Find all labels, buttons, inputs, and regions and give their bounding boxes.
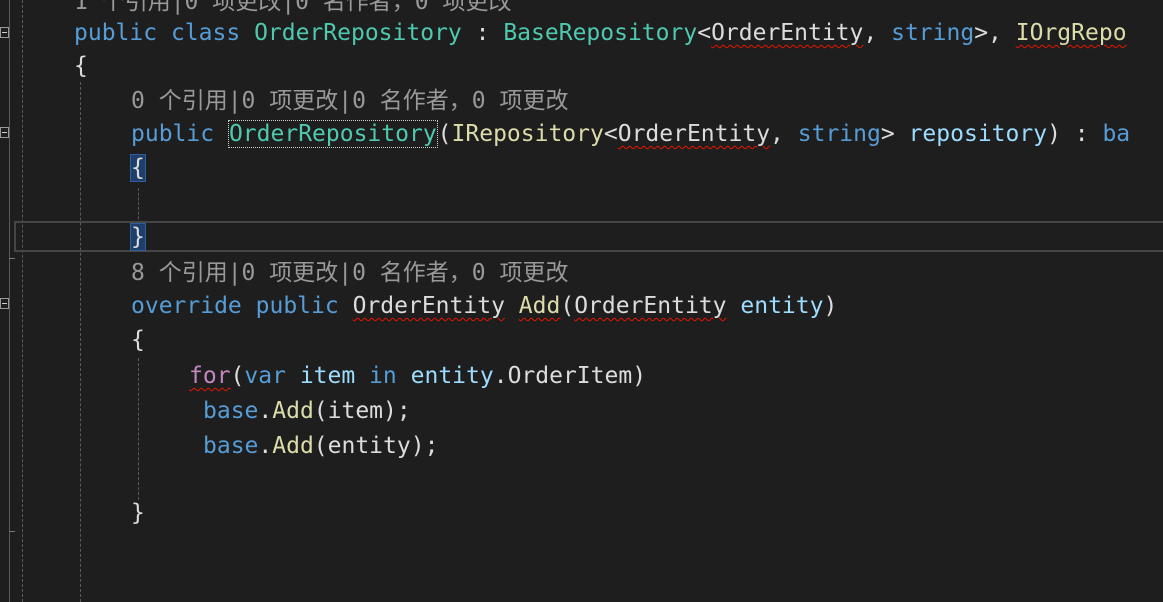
class-declaration-line: public class OrderRepository : BaseRepos… xyxy=(74,17,1127,49)
keyword-public: public xyxy=(131,121,215,147)
dot: . xyxy=(258,433,273,459)
outline-end-tick xyxy=(9,258,15,259)
keyword-for[interactable]: for xyxy=(189,363,231,389)
call-args: (item); xyxy=(313,398,411,424)
call-args: (entity); xyxy=(313,433,439,459)
keyword-var: var xyxy=(244,363,286,389)
type-arg-entity[interactable]: OrderEntity xyxy=(618,121,770,147)
brace-match-open: { xyxy=(130,154,146,182)
collapse-class-icon[interactable] xyxy=(0,27,9,38)
member-orderitem: .OrderItem) xyxy=(493,363,647,389)
colon: : xyxy=(461,20,504,46)
indent-guide xyxy=(22,0,23,602)
keyword-public: public xyxy=(74,20,158,46)
base-class[interactable]: BaseRepository xyxy=(503,20,697,46)
collapse-add-icon[interactable] xyxy=(0,298,9,309)
ctor-close-brace: } xyxy=(130,221,146,253)
paren-close: ) xyxy=(823,293,838,319)
ctor-open-brace: { xyxy=(130,152,146,184)
for-line: for(var item in entity.OrderItem) xyxy=(189,360,646,392)
angle-close: > xyxy=(880,121,895,147)
brace-match-close: } xyxy=(130,223,146,251)
ctor-name[interactable]: OrderRepository xyxy=(227,120,438,148)
angle-close: >, xyxy=(974,20,1002,46)
codelens-add[interactable]: 8 个引用|0 项更改|0 名作者，0 项更改 xyxy=(131,257,568,289)
paren-open: ( xyxy=(230,363,245,389)
keyword-base: base xyxy=(203,398,259,424)
indent-guide xyxy=(80,82,81,602)
base-add-entity-line: base.Add(entity); xyxy=(203,430,438,462)
codelens-ctor[interactable]: 0 个引用|0 项更改|0 名作者，0 项更改 xyxy=(131,85,568,117)
dot: . xyxy=(258,398,273,424)
param-type[interactable]: OrderEntity xyxy=(574,293,726,319)
add-open-brace: { xyxy=(131,327,145,353)
add-close-brace: } xyxy=(131,500,145,526)
current-line-highlight xyxy=(14,221,1163,252)
paren-open: ( xyxy=(437,121,452,147)
keyword-string: string xyxy=(797,121,881,147)
keyword-base: base xyxy=(203,433,259,459)
add-method-line: override public OrderEntity Add(OrderEnt… xyxy=(131,290,837,322)
param-repository[interactable]: repository xyxy=(909,121,1047,147)
comma: , xyxy=(863,20,878,46)
code-editor[interactable]: 1 个引用|0 项更改|0 名作者，0 项更改 public class Ord… xyxy=(0,0,1163,602)
angle-open: < xyxy=(697,20,712,46)
ctor-declaration-line: public OrderRepository(IRepository<Order… xyxy=(131,118,1130,150)
angle-open: < xyxy=(603,121,618,147)
indent-guide xyxy=(138,188,139,224)
codelens-class[interactable]: 1 个引用|0 项更改|0 名作者，0 项更改 xyxy=(74,0,511,18)
outline-margin xyxy=(9,0,10,602)
collapse-ctor-icon[interactable] xyxy=(0,127,9,138)
ctor-rest: ) : xyxy=(1047,121,1103,147)
keyword-in: in xyxy=(369,363,397,389)
return-type[interactable]: OrderEntity xyxy=(353,293,505,319)
indent-guide xyxy=(138,358,139,500)
interface-name[interactable]: IOrgRepo xyxy=(1016,20,1127,46)
base-add-item-line: base.Add(item); xyxy=(203,395,411,427)
keyword-override: override xyxy=(131,293,242,319)
keyword-public: public xyxy=(255,293,339,319)
keyword-class: class xyxy=(170,20,241,46)
class-open-brace: { xyxy=(74,53,88,79)
irepository-type[interactable]: IRepository xyxy=(452,121,604,147)
method-add-call[interactable]: Add xyxy=(272,398,314,424)
param-entity[interactable]: entity xyxy=(740,293,823,319)
type-arg-entity[interactable]: OrderEntity xyxy=(711,20,863,46)
method-add-call[interactable]: Add xyxy=(272,433,314,459)
outline-end-tick xyxy=(9,531,15,532)
paren-open: ( xyxy=(560,293,575,319)
keyword-string: string xyxy=(891,20,975,46)
var-item[interactable]: item xyxy=(300,363,355,389)
method-name-add[interactable]: Add xyxy=(519,293,561,319)
comma: , xyxy=(770,121,784,147)
var-entity[interactable]: entity xyxy=(411,363,494,389)
keyword-base-clipped: ba xyxy=(1102,121,1131,147)
class-name[interactable]: OrderRepository xyxy=(254,20,462,46)
